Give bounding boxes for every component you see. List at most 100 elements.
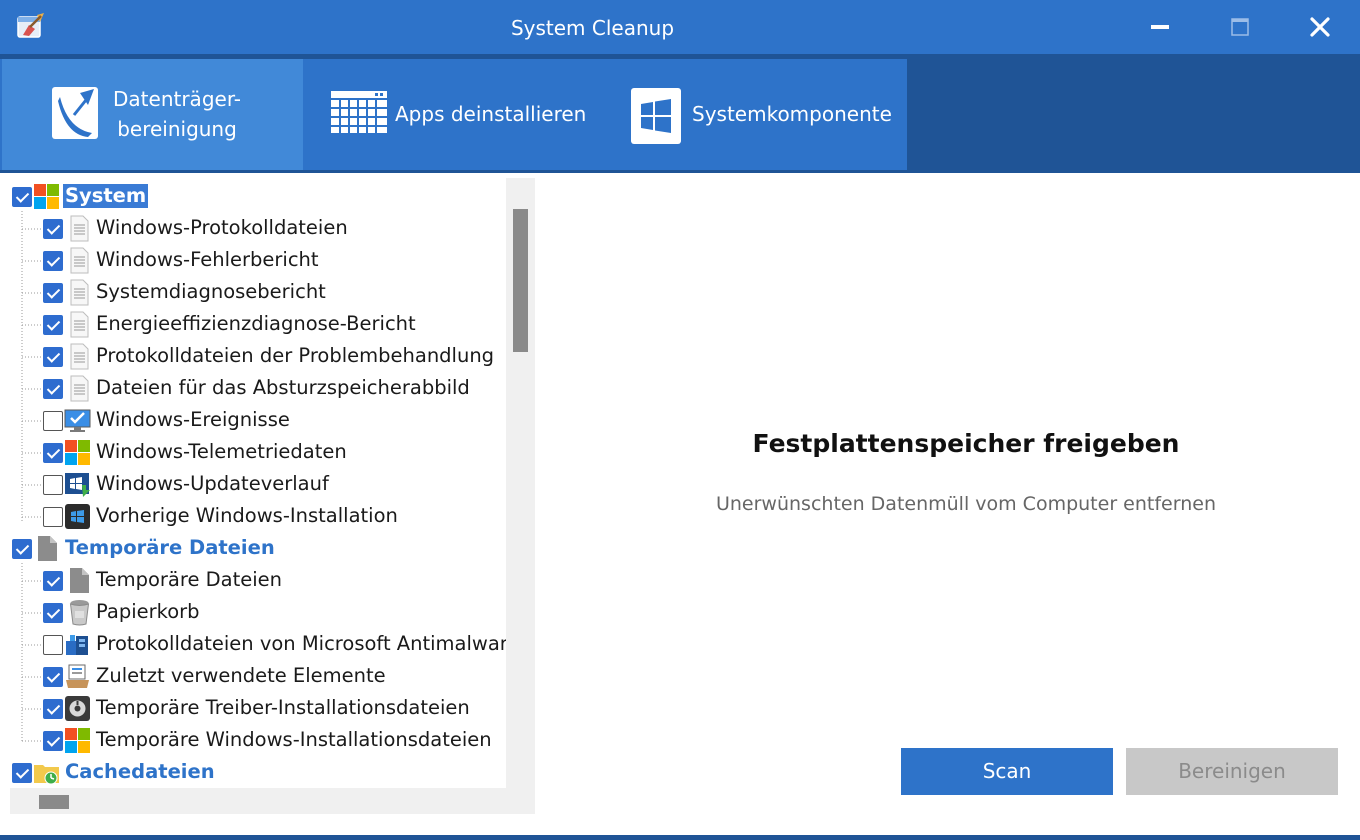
tree-item-label: Papierkorb — [96, 600, 200, 623]
vertical-scrollbar[interactable] — [506, 178, 535, 814]
horizontal-scrollbar[interactable] — [10, 788, 506, 814]
tree-item[interactable]: Protokolldateien der Problembehandlung — [0, 340, 506, 372]
document-icon — [70, 375, 89, 402]
checkbox[interactable] — [43, 347, 63, 367]
driver-icon — [65, 696, 90, 721]
tree-item[interactable]: Systemdiagnosebericht — [0, 276, 506, 308]
window-title: System Cleanup — [510, 16, 675, 40]
tree-item[interactable]: Windows-Protokolldateien — [0, 212, 506, 244]
tree-item[interactable]: Windows-Updateverlauf — [0, 468, 506, 500]
close-button[interactable] — [1280, 0, 1360, 54]
tree-item-label: Temporäre Dateien — [96, 568, 283, 591]
tree-item[interactable]: Windows-Ereignisse — [0, 404, 506, 436]
checkbox[interactable] — [43, 699, 63, 719]
tree-item[interactable]: Temporäre Treiber-Installationsdateien — [0, 692, 506, 724]
document-icon — [70, 311, 89, 338]
tree-item-label: Systemdiagnosebericht — [96, 280, 326, 303]
tree-item-label: Windows-Updateverlauf — [96, 472, 329, 495]
summary-panel: Festplattenspeicher freigeben Unerwünsch… — [546, 173, 1360, 835]
tree-item[interactable]: Temporäre Dateien — [0, 564, 506, 596]
tree-item[interactable]: Zuletzt verwendete Elemente — [0, 660, 506, 692]
checkbox[interactable] — [43, 635, 63, 655]
close-icon — [1310, 17, 1330, 37]
checkbox[interactable] — [43, 379, 63, 399]
gray-file-icon — [70, 568, 89, 593]
recent-items-icon — [66, 664, 89, 688]
tree-item[interactable]: Energieeffizienzdiagnose-Bericht — [0, 308, 506, 340]
title-bar: System Cleanup — [0, 0, 1360, 54]
maximize-icon — [1231, 18, 1249, 36]
tab-uninstall-apps[interactable]: Apps deinstallieren — [303, 59, 603, 170]
windows-dark-icon — [65, 504, 90, 529]
checkbox[interactable] — [43, 571, 63, 591]
cleanup-tree-panel: System Windows-Protokolldateien Windows-… — [0, 173, 546, 840]
checkbox[interactable] — [43, 443, 63, 463]
bottom-border — [0, 835, 1360, 840]
tree-item[interactable]: Protokolldateien von Microsoft Antimalwa… — [0, 628, 506, 660]
summary-title: Festplattenspeicher freigeben — [752, 429, 1180, 458]
checkbox[interactable] — [43, 667, 63, 687]
tree-item-label: Temporäre Treiber-Installationsdateien — [96, 696, 470, 719]
tab-system-components[interactable]: Systemkomponente — [603, 59, 907, 170]
checkbox-cache-files[interactable] — [12, 763, 32, 783]
scan-button[interactable]: Scan — [901, 748, 1113, 795]
tree-group-cache-files[interactable]: Cachedateien — [0, 756, 506, 788]
tab-system-components-label: Systemkomponente — [692, 102, 892, 126]
tree-item-label: Windows-Protokolldateien — [96, 216, 348, 239]
tab-disk-cleanup-line2: bereinigung — [117, 117, 237, 141]
recycle-bin-icon — [69, 600, 90, 626]
windows-update-icon — [65, 473, 90, 497]
tree-item[interactable]: Windows-Telemetriedaten — [0, 436, 506, 468]
checkbox[interactable] — [43, 507, 63, 527]
minimize-icon — [1151, 25, 1169, 29]
checkbox[interactable] — [43, 411, 63, 431]
tree-item[interactable]: Papierkorb — [0, 596, 506, 628]
tree-item[interactable]: Temporäre Windows-Installationsdateien — [0, 724, 506, 756]
clean-button[interactable]: Bereinigen — [1126, 748, 1338, 795]
checkbox[interactable] — [43, 219, 63, 239]
windows-tile-icon — [631, 88, 681, 144]
tree-item-label: Windows-Telemetriedaten — [96, 440, 347, 463]
tree-item-label: Zuletzt verwendete Elemente — [96, 664, 386, 687]
tab-disk-cleanup[interactable]: Datenträger- bereinigung — [2, 59, 303, 170]
document-icon — [70, 247, 89, 274]
vertical-scrollbar-thumb[interactable] — [513, 209, 528, 352]
checkbox-system[interactable] — [12, 187, 32, 207]
tree-group-temp-files[interactable]: Temporäre Dateien — [0, 532, 506, 564]
tree-item-label: Protokolldateien von Microsoft Antimalwa… — [96, 632, 506, 655]
maximize-button[interactable] — [1200, 0, 1280, 54]
checkbox[interactable] — [43, 731, 63, 751]
cache-folder-icon — [34, 765, 59, 785]
gray-file-icon — [38, 536, 57, 561]
document-icon — [70, 279, 89, 306]
tree-item[interactable]: Dateien für das Absturzspeicherabbild — [0, 372, 506, 404]
checkbox[interactable] — [43, 315, 63, 335]
summary-subtitle: Unerwünschten Datenmüll vom Computer ent… — [715, 493, 1216, 515]
minimize-button[interactable] — [1120, 0, 1200, 54]
checkbox[interactable] — [43, 251, 63, 271]
tree-group-system[interactable]: System — [0, 180, 506, 212]
checkbox[interactable] — [43, 603, 63, 623]
tree-group-label: Temporäre Dateien — [65, 536, 275, 559]
cleanup-tree: System Windows-Protokolldateien Windows-… — [0, 178, 506, 788]
tab-bar: Datenträger- bereinigung Apps deinstalli… — [0, 54, 1360, 173]
disk-cleanup-icon — [52, 87, 98, 139]
checkbox-temp-files[interactable] — [12, 539, 32, 559]
tree-item-label: Windows-Ereignisse — [96, 408, 290, 431]
tree-item-label: Protokolldateien der Problembehandlung — [96, 344, 495, 367]
windows-logo-icon — [65, 440, 90, 465]
tree-item[interactable]: Windows-Fehlerbericht — [0, 244, 506, 276]
tree-item-label: Dateien für das Absturzspeicherabbild — [96, 376, 470, 399]
checkbox[interactable] — [43, 283, 63, 303]
tree-group-label: Cachedateien — [65, 760, 215, 783]
tree-item[interactable]: Vorherige Windows-Installation — [0, 500, 506, 532]
tree-item-label: Temporäre Windows-Installationsdateien — [96, 728, 492, 751]
antimalware-icon — [66, 635, 88, 655]
apps-grid-icon — [331, 91, 387, 133]
tree-item-label: Windows-Fehlerbericht — [96, 248, 319, 271]
monitor-check-icon — [64, 409, 91, 432]
windows-logo-icon — [34, 184, 59, 209]
checkbox[interactable] — [43, 475, 63, 495]
windows-logo-icon — [65, 728, 90, 753]
horizontal-scrollbar-thumb[interactable] — [39, 795, 69, 809]
